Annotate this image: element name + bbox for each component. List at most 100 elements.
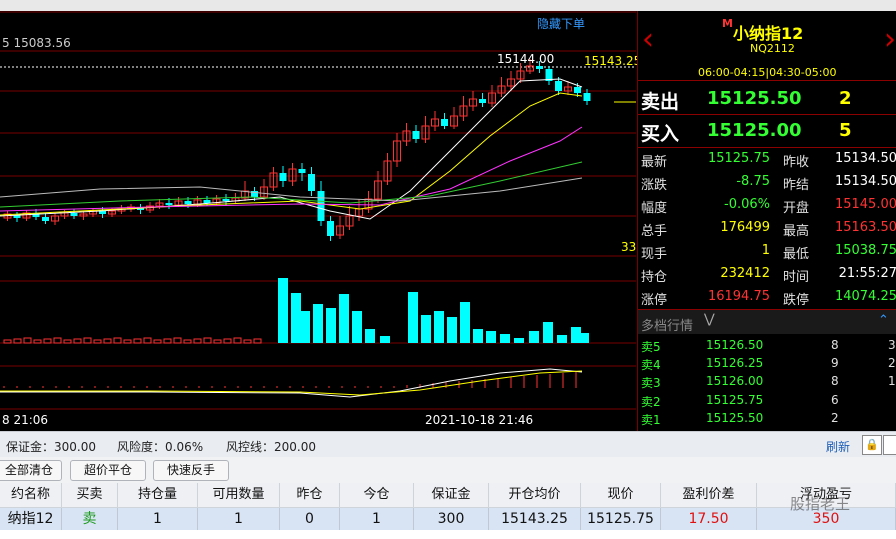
column-header[interactable]: 持仓量: [118, 483, 198, 508]
volume-bar: [300, 311, 310, 343]
position-cell[interactable]: 1: [340, 508, 414, 530]
depth-volume: 8: [831, 338, 839, 352]
expand-depth-icon[interactable]: ⋁: [704, 312, 715, 327]
macd-dif-line: [0, 368, 583, 398]
volume-bar: [473, 329, 483, 343]
top-left-value: 5 15083.56: [2, 36, 71, 50]
volume-bar: [408, 292, 418, 343]
volume-bar: [53, 337, 62, 344]
volume-bar: [33, 339, 42, 344]
column-header[interactable]: 开仓均价: [489, 483, 581, 508]
volume-bar: [460, 302, 470, 343]
stat-value: 21:55:27: [838, 266, 896, 281]
volume-bar: [163, 338, 172, 344]
column-header[interactable]: 昨仓: [280, 483, 340, 508]
depth-price: 15126.50: [706, 338, 764, 352]
candle-body: [583, 93, 591, 101]
stat-value: 14074.25: [834, 289, 896, 304]
position-cell[interactable]: 1: [118, 508, 198, 530]
position-cell[interactable]: 0: [280, 508, 340, 530]
candle-body: [536, 66, 543, 69]
close-all-button[interactable]: 全部清仓: [0, 460, 62, 481]
position-cell[interactable]: 15143.25: [489, 508, 581, 530]
lock-icon[interactable]: 🔒: [862, 435, 882, 455]
stat-label: 昨收: [783, 155, 810, 170]
stat-label: 跌停: [783, 293, 810, 308]
right-axis-value: 33: [621, 240, 637, 254]
depth-price: 15125.50: [706, 410, 764, 425]
depth-volume: 6: [831, 392, 839, 407]
stat-label: 涨停: [641, 293, 668, 308]
stat-label: 现手: [641, 247, 668, 262]
next-contract-chevron-icon[interactable]: ›: [884, 25, 896, 55]
candle-body: [441, 119, 448, 126]
position-cell[interactable]: 卖: [62, 508, 118, 530]
stat-label: 总手: [641, 224, 668, 239]
prev-contract-chevron-icon[interactable]: ‹: [642, 25, 654, 55]
refresh-link[interactable]: 刷新: [826, 438, 850, 455]
volume-bar: [113, 337, 122, 344]
quick-reverse-button[interactable]: 快速反手: [153, 460, 229, 481]
column-header[interactable]: 约名称: [0, 483, 62, 508]
volume-bar: [63, 339, 72, 344]
super-close-button[interactable]: 超价平仓: [70, 460, 146, 481]
position-cell[interactable]: 1: [198, 508, 280, 530]
volume-bar: [326, 308, 336, 343]
volume-bar: [421, 315, 431, 343]
depth-level-label: 卖5: [641, 340, 661, 354]
depth-price: 15126.25: [706, 356, 764, 371]
position-cell[interactable]: 300: [414, 508, 489, 530]
time-axis-right: 2021-10-18 21:46: [425, 413, 534, 427]
depth-price: 15126.00: [706, 374, 764, 389]
stat-label: 开盘: [783, 201, 810, 216]
volume-bar: [253, 338, 262, 344]
risk-control-text: 风控线：200.00: [226, 440, 316, 454]
ask-label: 卖出: [641, 91, 680, 113]
volume-bar: [557, 335, 567, 343]
stat-label: 最高: [783, 224, 810, 239]
column-header[interactable]: 买卖: [62, 483, 118, 508]
depth-title: 多档行情: [641, 319, 694, 334]
candlesticks: [3, 59, 591, 241]
position-cell[interactable]: 17.50: [661, 508, 757, 530]
toolbar-button-partial[interactable]: [883, 435, 896, 455]
volume-bar: [213, 339, 222, 344]
volume-bar: [514, 338, 524, 343]
volume-bar: [13, 338, 22, 344]
volume-bar: [447, 317, 457, 343]
column-header[interactable]: 现价: [581, 483, 661, 508]
column-header[interactable]: 可用数量: [198, 483, 280, 508]
stat-label: 幅度: [641, 201, 668, 216]
volume-bar: [278, 278, 288, 343]
risk-text: 风险度：0.06%: [117, 440, 204, 454]
volume-bar: [83, 337, 92, 344]
volume-bar: [529, 331, 539, 343]
bid-volume: 5: [839, 120, 852, 141]
column-header[interactable]: 今仓: [340, 483, 414, 508]
kline-chart-svg[interactable]: [0, 11, 636, 431]
volume-bar: [193, 338, 202, 344]
candle-body: [412, 131, 420, 139]
stat-value: 15134.50: [834, 174, 896, 189]
column-header[interactable]: 保证金: [414, 483, 489, 508]
candle-body: [308, 174, 315, 191]
volume-bar: [486, 331, 496, 343]
watermark-text: 股指老王: [790, 495, 851, 513]
peak-price-label: 15144.00: [497, 52, 555, 66]
stat-label: 持仓: [641, 270, 668, 285]
hide-orders-link[interactable]: 隐藏下单: [537, 15, 585, 32]
volume-bar: [243, 339, 252, 344]
position-cell[interactable]: 15125.75: [581, 508, 661, 530]
dashed-line-price-label: 15143.25: [584, 54, 642, 68]
stat-label: 昨结: [783, 178, 810, 193]
kline-chart-pane[interactable]: 5 15083.56 隐藏下单 15144.00 15143.25 33 8 2…: [0, 11, 641, 431]
volume-bar: [173, 337, 182, 344]
column-header[interactable]: 盈利价差: [661, 483, 757, 508]
volume-bar: [103, 338, 112, 344]
volume-bar: [365, 329, 375, 343]
ma-line-1: [0, 78, 583, 220]
collapse-chevron-icon[interactable]: ⌃: [878, 313, 889, 328]
ask-price: 15125.50: [707, 88, 802, 109]
position-cell[interactable]: 纳指12: [0, 508, 62, 530]
depth-extra: 3: [888, 338, 896, 352]
